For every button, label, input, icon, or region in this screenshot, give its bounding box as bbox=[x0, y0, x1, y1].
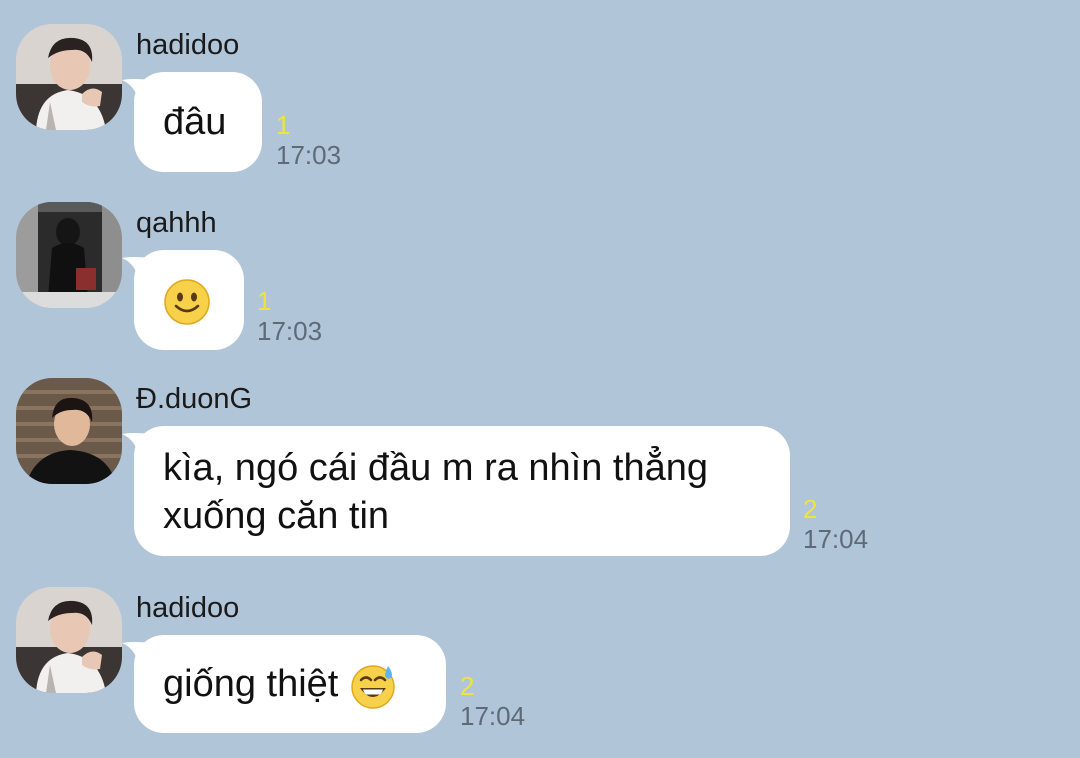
chat-message: qahhh 1 17:03 bbox=[0, 178, 1080, 356]
sender-name: qahhh bbox=[136, 207, 217, 239]
message-meta: 2 17:04 bbox=[803, 494, 868, 554]
message-bubble[interactable]: giống thiệt bbox=[122, 635, 446, 733]
unread-count: 2 bbox=[803, 494, 818, 524]
message-text: giống thiệt bbox=[163, 660, 397, 710]
slightly-smiling-face-icon bbox=[164, 279, 210, 325]
message-text-content: giống thiệt bbox=[163, 663, 339, 705]
bubble-tail bbox=[122, 433, 152, 456]
sender-name: Đ.duonG bbox=[136, 383, 253, 415]
message-text-line: xuống căn tin bbox=[163, 495, 390, 537]
avatar[interactable] bbox=[16, 587, 122, 693]
chat-message-list: hadidoo đâu 1 17:03 qahhh 1 17:03 Đ.duon… bbox=[0, 0, 1080, 758]
message-bubble[interactable]: đâu bbox=[122, 72, 262, 172]
message-time: 17:03 bbox=[257, 316, 323, 346]
sender-name: hadidoo bbox=[136, 29, 240, 61]
message-time: 17:03 bbox=[276, 140, 342, 170]
chat-message: Đ.duonG kìa, ngó cái đầu m ra nhìn thẳng… bbox=[0, 354, 1080, 564]
grinning-face-with-sweat-icon bbox=[351, 665, 395, 709]
unread-count: 2 bbox=[460, 671, 475, 701]
unread-count: 1 bbox=[257, 286, 272, 316]
avatar[interactable] bbox=[16, 378, 122, 484]
avatar[interactable] bbox=[16, 202, 122, 308]
avatar[interactable] bbox=[16, 24, 122, 130]
unread-count: 1 bbox=[276, 110, 291, 140]
message-text: đâu bbox=[163, 101, 227, 143]
message-meta: 1 17:03 bbox=[276, 110, 341, 170]
bubble-tail bbox=[122, 257, 152, 280]
message-meta: 1 17:03 bbox=[257, 286, 322, 346]
bubble-tail bbox=[122, 642, 152, 665]
chat-message: hadidoo đâu 1 17:03 bbox=[0, 0, 1080, 180]
message-bubble[interactable]: kìa, ngó cái đầu m ra nhìn thẳng xuống c… bbox=[122, 426, 790, 556]
message-text-line: kìa, ngó cái đầu m ra nhìn thẳng bbox=[163, 447, 709, 489]
message-time: 17:04 bbox=[460, 701, 526, 731]
message-text bbox=[163, 276, 211, 326]
chat-message: hadidoo giống thiệt 2 17:04 bbox=[0, 563, 1080, 758]
message-time: 17:04 bbox=[803, 524, 869, 554]
bubble-tail bbox=[122, 79, 152, 102]
message-bubble[interactable] bbox=[122, 250, 244, 350]
message-meta: 2 17:04 bbox=[460, 671, 525, 731]
sender-name: hadidoo bbox=[136, 592, 240, 624]
